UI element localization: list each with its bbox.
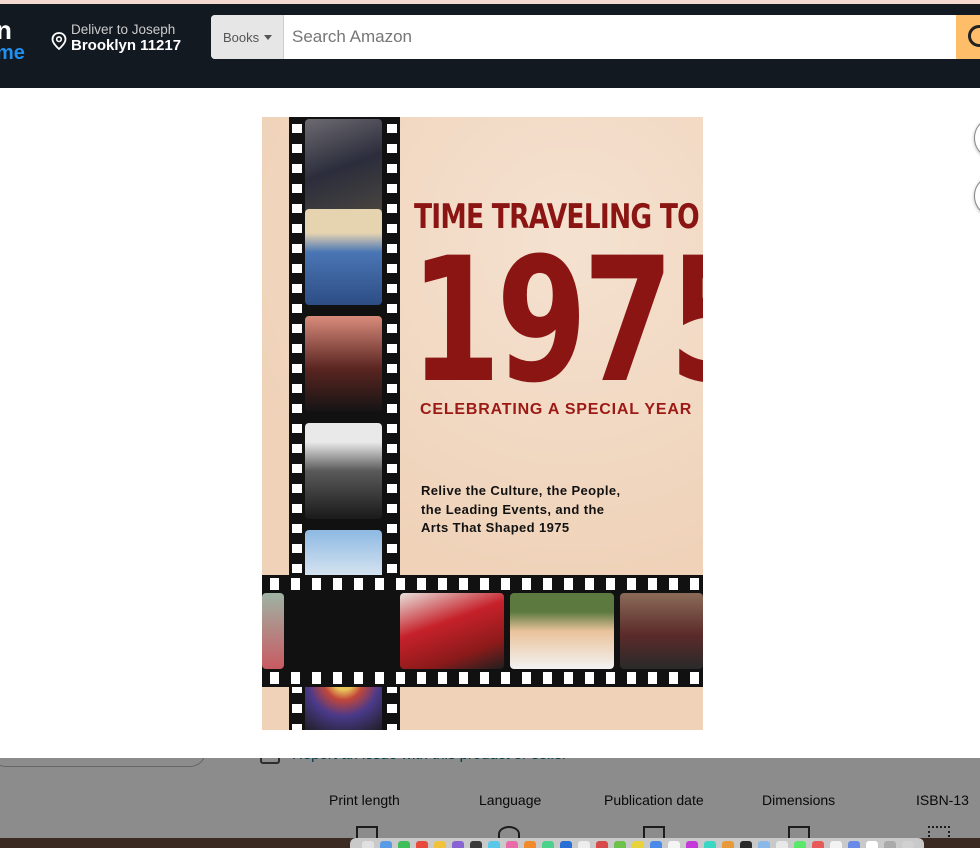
os-dock-area [0, 838, 980, 848]
app-icon[interactable] [686, 841, 698, 848]
photo-frame [305, 119, 382, 215]
site-header: n me Deliver to Joseph Brooklyn 11217 Bo… [0, 4, 980, 88]
app-icon[interactable] [560, 841, 572, 848]
app-icon[interactable] [794, 841, 806, 848]
cover-subtitle: CELEBRATING A SPECIAL YEAR [420, 401, 693, 418]
film-holes-top [262, 578, 703, 590]
app-icon[interactable] [704, 841, 716, 848]
product-details-section: Report an issue with this product or sel… [0, 746, 980, 845]
app-icon[interactable] [650, 841, 662, 848]
deliver-label: Deliver to Joseph [71, 22, 176, 37]
app-icon[interactable] [596, 841, 608, 848]
app-icon[interactable] [578, 841, 590, 848]
photo-frame [305, 423, 382, 519]
deliver-to-location[interactable]: Deliver to Joseph Brooklyn 11217 [50, 20, 200, 60]
photo-frame [400, 593, 504, 669]
app-icon[interactable] [452, 841, 464, 848]
app-icon[interactable] [830, 841, 842, 848]
detail-dimensions: Dimensions [762, 792, 836, 808]
detail-publication-date: Publication date [604, 792, 704, 808]
cover-year: 1975 [410, 220, 703, 421]
app-icon[interactable] [362, 841, 374, 848]
photo-frame [305, 316, 382, 412]
detail-isbn-13: ISBN-13 [916, 792, 969, 808]
photo-frame [262, 593, 284, 669]
search-button[interactable] [956, 15, 980, 59]
search-bar: Books [211, 15, 980, 59]
photo-frame [305, 209, 382, 305]
app-icon[interactable] [614, 841, 626, 848]
search-category-dropdown[interactable]: Books [211, 15, 284, 59]
app-icon[interactable] [470, 841, 482, 848]
cover-blurb-line: the Leading Events, and the [421, 501, 605, 517]
app-icon[interactable] [902, 841, 914, 848]
app-icon[interactable] [380, 841, 392, 848]
cover-blurb: Relive the Culture, the People, the Lead… [421, 482, 651, 538]
caret-down-icon [264, 35, 272, 40]
photo-frame [620, 593, 703, 669]
image-viewer-modal: TIME TRAVELING TO 1975 CELEBRATING A SPE… [0, 88, 980, 758]
app-icon[interactable] [416, 841, 428, 848]
detail-print-length: Print length [329, 792, 400, 808]
app-icon[interactable] [740, 841, 752, 848]
cover-blurb-line: Relive the Culture, the People, [421, 483, 621, 498]
cover-blurb-line: Arts That Shaped 1975 [421, 520, 570, 535]
photo-frame [510, 593, 614, 669]
app-icon[interactable] [668, 841, 680, 848]
detail-language: Language [479, 792, 542, 808]
amazon-logo[interactable]: n me [0, 15, 25, 64]
app-icon[interactable] [866, 841, 878, 848]
app-icon[interactable] [434, 841, 446, 848]
app-icon[interactable] [848, 841, 860, 848]
app-icon[interactable] [542, 841, 554, 848]
app-icon[interactable] [506, 841, 518, 848]
app-icon[interactable] [632, 841, 644, 848]
film-strip-horizontal [262, 575, 703, 687]
location-pin-icon [51, 32, 67, 50]
search-category-label: Books [223, 30, 260, 45]
app-icon[interactable] [758, 841, 770, 848]
deliver-location: Brooklyn 11217 [71, 37, 182, 54]
close-viewer-button[interactable] [974, 117, 980, 159]
app-icon[interactable] [812, 841, 824, 848]
next-image-button[interactable] [974, 175, 980, 217]
app-icon[interactable] [776, 841, 788, 848]
search-icon [968, 25, 980, 47]
app-icon[interactable] [398, 841, 410, 848]
os-dock [350, 838, 924, 848]
book-cover-image: TIME TRAVELING TO 1975 CELEBRATING A SPE… [262, 117, 703, 730]
logo-fragment-bottom: me [0, 42, 25, 64]
app-icon[interactable] [722, 841, 734, 848]
logo-fragment-top: n [0, 15, 12, 45]
app-icon[interactable] [524, 841, 536, 848]
app-icon[interactable] [488, 841, 500, 848]
app-icon[interactable] [884, 841, 896, 848]
search-input[interactable] [284, 15, 956, 59]
film-holes-bottom [262, 672, 703, 684]
